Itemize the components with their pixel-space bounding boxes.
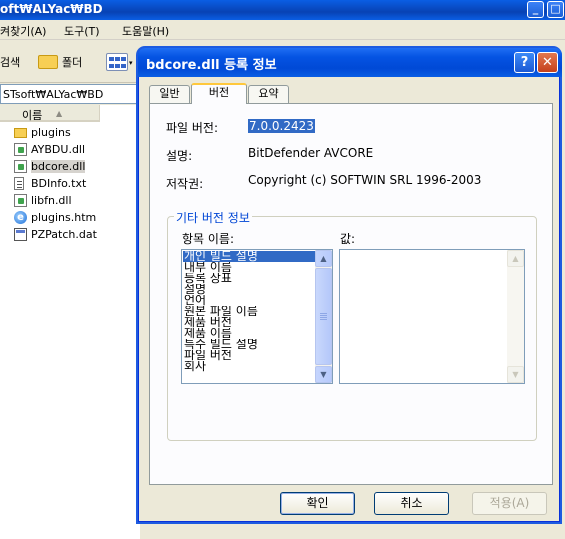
file-version-value[interactable]: 7.0.0.2423 bbox=[248, 119, 315, 133]
cancel-button[interactable]: 취소 bbox=[374, 492, 449, 515]
scroll-up-icon: ▲ bbox=[507, 250, 524, 267]
value-list-scrollbar: ▲ ▼ bbox=[507, 250, 524, 383]
address-text: STsoft₩ALYac₩BD bbox=[3, 88, 104, 101]
help-button[interactable]: ? bbox=[514, 52, 535, 73]
list-item[interactable]: 설명 bbox=[183, 284, 316, 295]
scroll-down-icon: ▼ bbox=[507, 366, 524, 383]
description-label: 설명: bbox=[166, 149, 193, 163]
search-button[interactable]: 검색 bbox=[0, 54, 20, 70]
list-item[interactable]: 내부 이름 bbox=[183, 262, 316, 273]
address-bar[interactable]: STsoft₩ALYac₩BD bbox=[0, 84, 140, 104]
explorer-title: oft₩ALYac₩BD bbox=[0, 2, 103, 16]
dialog-title-bar[interactable]: bdcore.dll 등록 정보 ? ✕ bbox=[138, 48, 562, 77]
apply-button[interactable]: 적용(A) bbox=[472, 492, 547, 515]
file-item[interactable]: AYBDU.dll bbox=[12, 141, 140, 158]
value-listbox[interactable]: ▲ ▼ bbox=[339, 249, 525, 384]
column-header-label: 이름 bbox=[22, 109, 43, 122]
copyright-value: Copyright (c) SOFTWIN SRL 1996-2003 bbox=[248, 173, 482, 187]
file-item[interactable]: e plugins.htm bbox=[12, 209, 140, 226]
ie-html-icon: e bbox=[14, 211, 27, 224]
dll-icon bbox=[14, 194, 27, 207]
file-name: plugins.htm bbox=[31, 211, 97, 224]
file-item[interactable]: BDInfo.txt bbox=[12, 175, 140, 192]
list-item[interactable]: 언어 bbox=[183, 295, 316, 306]
other-version-info-group: 기타 버전 정보 항목 이름: 값: 개인 빌드 설명 내부 이름 등록 상표 … bbox=[167, 209, 537, 441]
list-item[interactable]: 등록 상표 bbox=[183, 273, 316, 284]
dll-icon bbox=[14, 160, 27, 173]
scroll-up-icon[interactable]: ▲ bbox=[315, 250, 332, 267]
menu-help[interactable]: 도움말(H) bbox=[122, 23, 169, 39]
text-file-icon bbox=[14, 177, 24, 190]
list-item[interactable]: 파일 버전 bbox=[183, 350, 316, 361]
copyright-label: 저작권: bbox=[166, 177, 204, 191]
file-name: libfn.dll bbox=[31, 194, 72, 207]
scroll-down-icon[interactable]: ▼ bbox=[315, 366, 332, 383]
file-name: PZPatch.dat bbox=[31, 228, 97, 241]
description-value: BitDefender AVCORE bbox=[248, 146, 374, 160]
explorer-toolbar: 검색 폴더 ▾ bbox=[0, 41, 140, 83]
view-dropdown-arrow-icon[interactable]: ▾ bbox=[129, 59, 133, 67]
menu-favorites[interactable]: 켜찾기(A) bbox=[0, 23, 46, 39]
properties-dialog: bdcore.dll 등록 정보 ? ✕ 일반 버전 요약 파일 버전: 7.0… bbox=[138, 48, 562, 522]
item-name-listbox[interactable]: 개인 빌드 설명 내부 이름 등록 상표 설명 언어 원본 파일 이름 제품 버… bbox=[181, 249, 333, 384]
dll-icon bbox=[14, 143, 27, 156]
list-item[interactable]: 회사 bbox=[183, 361, 316, 372]
folders-button[interactable]: 폴더 bbox=[36, 53, 94, 73]
version-tab-panel: 파일 버전: 7.0.0.2423 설명: BitDefender AVCORE… bbox=[149, 103, 553, 485]
view-mode-icon[interactable] bbox=[106, 53, 128, 71]
folder-icon bbox=[14, 128, 27, 138]
list-item[interactable]: 개인 빌드 설명 bbox=[183, 251, 316, 262]
other-version-info-legend: 기타 버전 정보 bbox=[174, 209, 252, 226]
ok-button[interactable]: 확인 bbox=[280, 492, 355, 515]
menu-tools[interactable]: 도구(T) bbox=[64, 23, 100, 39]
explorer-title-bar[interactable]: oft₩ALYac₩BD _ □ bbox=[0, 0, 565, 20]
item-name-label: 항목 이름: bbox=[182, 232, 235, 246]
minimize-button[interactable]: _ bbox=[527, 1, 544, 18]
folders-label: 폴더 bbox=[62, 56, 83, 69]
explorer-menu-bar: 켜찾기(A) 도구(T) 도움말(H) bbox=[0, 20, 565, 40]
close-button[interactable]: ✕ bbox=[537, 52, 558, 73]
list-item[interactable]: 제품 버전 bbox=[183, 317, 316, 328]
file-name: AYBDU.dll bbox=[31, 143, 86, 156]
file-name: bdcore.dll bbox=[31, 160, 86, 173]
folder-icon bbox=[38, 55, 58, 69]
scroll-thumb[interactable] bbox=[315, 268, 332, 365]
list-item[interactable]: 특수 빌드 설명 bbox=[183, 339, 316, 350]
value-label: 값: bbox=[340, 232, 356, 246]
file-item[interactable]: libfn.dll bbox=[12, 192, 140, 209]
maximize-button[interactable]: □ bbox=[547, 1, 564, 18]
file-name: BDInfo.txt bbox=[31, 177, 87, 190]
list-item[interactable]: 원본 파일 이름 bbox=[183, 306, 316, 317]
dialog-title: bdcore.dll 등록 정보 bbox=[146, 58, 277, 73]
tab-general[interactable]: 일반 bbox=[149, 85, 190, 103]
file-item[interactable]: plugins bbox=[12, 124, 140, 141]
file-item-selected[interactable]: bdcore.dll bbox=[12, 158, 140, 175]
file-list[interactable]: 이름 ▲ plugins AYBDU.dll bdcore.dll BDInfo… bbox=[0, 105, 140, 539]
item-list-scrollbar[interactable]: ▲ ▼ bbox=[315, 250, 332, 383]
sort-ascending-icon: ▲ bbox=[56, 109, 63, 118]
screen: oft₩ALYac₩BD _ □ 켜찾기(A) 도구(T) 도움말(H) 검색 … bbox=[0, 0, 565, 539]
file-name: plugins bbox=[31, 126, 71, 139]
column-header-name[interactable]: 이름 ▲ bbox=[0, 105, 100, 122]
file-version-label: 파일 버전: bbox=[166, 121, 219, 135]
file-item[interactable]: PZPatch.dat bbox=[12, 226, 140, 243]
tab-summary[interactable]: 요약 bbox=[248, 85, 289, 103]
dat-file-icon bbox=[14, 228, 27, 241]
tab-version[interactable]: 버전 bbox=[191, 83, 247, 104]
list-item[interactable]: 제품 이름 bbox=[183, 328, 316, 339]
